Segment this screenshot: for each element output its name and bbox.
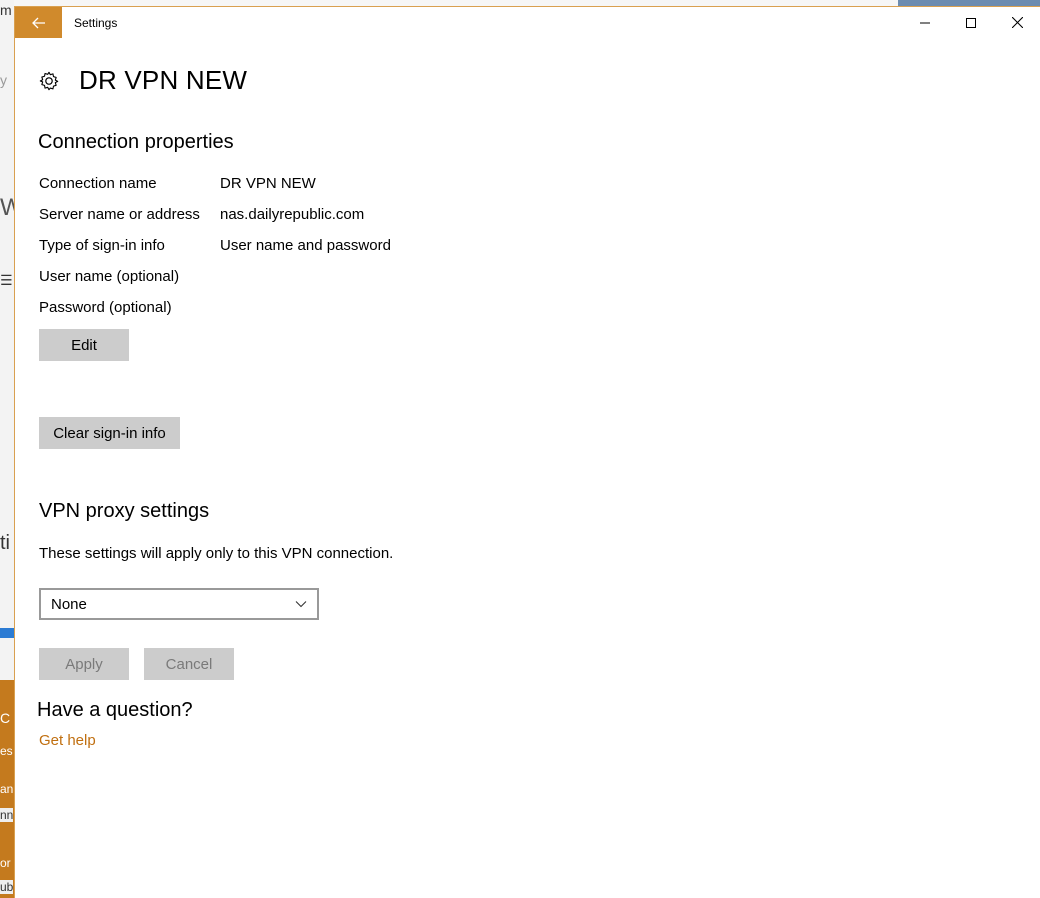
apply-button[interactable]: Apply — [39, 648, 129, 680]
vpn-proxy-settings-heading: VPN proxy settings — [39, 500, 210, 522]
connection-properties-heading: Connection properties — [38, 131, 234, 153]
gear-icon — [39, 71, 59, 90]
close-icon — [1011, 17, 1023, 28]
background-text-fragment: m — [0, 2, 12, 18]
maximize-icon — [966, 17, 976, 28]
minimize-button[interactable] — [902, 7, 948, 38]
background-blue-bar — [0, 628, 14, 638]
proxy-type-dropdown[interactable]: None — [39, 588, 319, 620]
background-window-left: m y W ☰ ti C es an nn or ub — [0, 0, 14, 898]
back-button[interactable] — [15, 7, 62, 38]
chevron-down-icon — [295, 601, 307, 608]
close-button[interactable] — [994, 7, 1040, 38]
background-text-fragment: ☰ — [0, 272, 13, 288]
help-heading: Have a question? — [37, 699, 193, 721]
background-text-fragment: or — [0, 856, 11, 870]
background-text-fragment: an — [0, 782, 14, 796]
minimize-icon — [920, 22, 930, 23]
background-text-fragment: W — [0, 194, 14, 221]
arrow-left-icon — [31, 17, 45, 28]
get-help-link[interactable]: Get help — [39, 732, 96, 749]
proxy-type-selected-value: None — [51, 595, 87, 613]
background-text-fragment: es — [0, 744, 13, 758]
settings-window: Settings DR VPN NEW Connection propertie… — [14, 6, 1040, 898]
window-title: Settings — [74, 15, 118, 30]
page-header: DR VPN NEW — [38, 65, 247, 96]
background-text-fragment: ti — [0, 532, 10, 554]
background-text-fragment: nn — [0, 808, 14, 822]
property-row-user-name: User name (optional) — [39, 268, 220, 285]
property-row-sign-in-type: Type of sign-in info User name and passw… — [39, 237, 391, 254]
title-bar[interactable]: Settings — [15, 7, 1040, 38]
cancel-button[interactable]: Cancel — [144, 648, 234, 680]
edit-button[interactable]: Edit — [39, 329, 129, 361]
property-row-server-name: Server name or address nas.dailyrepublic… — [39, 206, 364, 223]
maximize-button[interactable] — [948, 7, 994, 38]
background-text-fragment: C — [0, 710, 11, 726]
property-value: User name and password — [220, 237, 391, 254]
clear-sign-in-info-button[interactable]: Clear sign-in info — [39, 417, 180, 449]
property-row-connection-name: Connection name DR VPN NEW — [39, 175, 316, 192]
property-row-password: Password (optional) — [39, 299, 220, 316]
property-label: User name (optional) — [39, 268, 180, 285]
property-value: nas.dailyrepublic.com — [220, 206, 365, 223]
property-label: Connection name — [39, 175, 157, 192]
proxy-description: These settings will apply only to this V… — [39, 545, 394, 562]
background-text-fragment: ub — [0, 880, 14, 894]
page-title: DR VPN NEW — [79, 65, 248, 95]
window-controls — [902, 7, 1040, 38]
background-text-fragment: y — [0, 72, 7, 88]
property-label: Type of sign-in info — [39, 237, 165, 254]
property-label: Password (optional) — [39, 299, 172, 316]
property-label: Server name or address — [39, 206, 200, 223]
property-value: DR VPN NEW — [220, 175, 316, 192]
